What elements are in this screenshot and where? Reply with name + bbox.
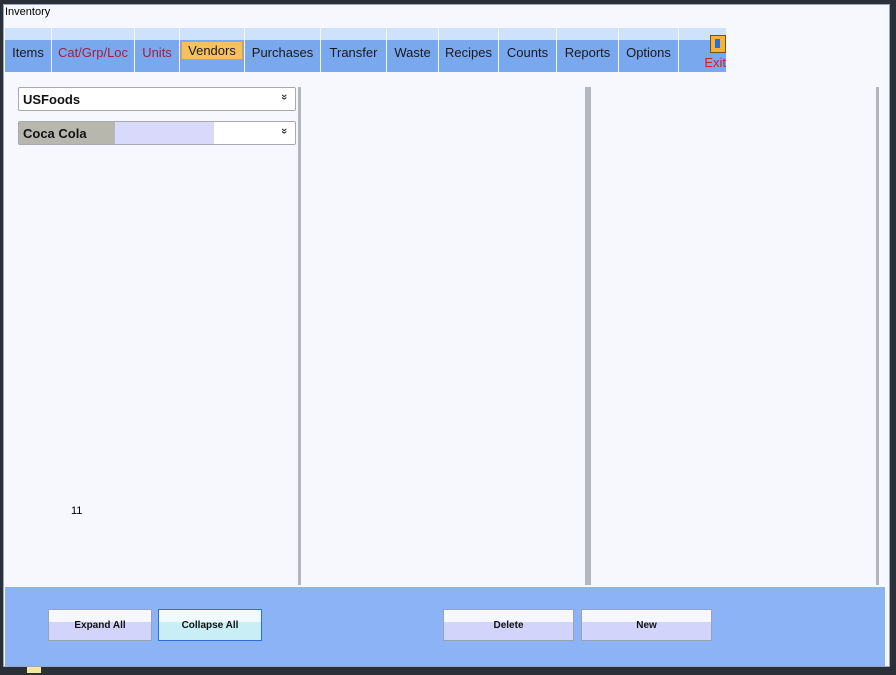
item-select-value: Coca Cola [19,122,115,144]
tab-counts[interactable]: Counts [499,28,557,72]
tab-vendors[interactable]: Vendors [180,28,245,72]
main-tab-bar: Items Cat/Grp/Loc Units Vendors Purchase… [5,28,727,72]
tab-purchases[interactable]: Purchases [245,28,321,72]
chevron-double-down-icon: » [277,127,290,135]
tab-options[interactable]: Options [619,28,679,72]
tab-items[interactable]: Items [5,28,52,72]
tab-counts-label: Counts [506,45,549,60]
tab-units-label: Units [142,45,172,60]
exit-door-icon [710,35,726,53]
item-select[interactable]: Coca Cola » [18,121,296,145]
tab-waste[interactable]: Waste [387,28,439,72]
tab-purchases-label: Purchases [251,45,314,60]
middle-panel [301,87,588,585]
tab-transfer[interactable]: Transfer [321,28,387,72]
chevron-double-down-icon: » [277,93,290,101]
new-button[interactable]: New [581,609,712,641]
tab-items-label: Items [12,45,44,60]
tab-exit[interactable]: Exit [679,28,727,72]
vendor-select[interactable]: USFoods » [18,87,296,111]
tab-recipes-label: Recipes [445,45,492,60]
right-panel-border [876,87,879,585]
tab-vendors-label: Vendors [181,41,243,60]
status-indicator [27,667,41,673]
delete-button[interactable]: Delete [443,609,574,641]
vendor-select-value: USFoods [23,91,81,107]
right-panel [588,87,591,585]
tab-transfer-label: Transfer [329,45,378,60]
tab-recipes[interactable]: Recipes [439,28,499,72]
item-select-progress [115,122,214,144]
window-title: Inventory [5,6,51,18]
item-count: 11 [71,505,83,517]
tab-reports[interactable]: Reports [557,28,619,72]
tab-units[interactable]: Units [135,28,180,72]
tab-options-label: Options [626,45,671,60]
tab-reports-label: Reports [564,45,611,60]
tab-cat-grp-loc-label: Cat/Grp/Loc [57,45,129,60]
tab-cat-grp-loc[interactable]: Cat/Grp/Loc [52,28,135,72]
collapse-all-button[interactable]: Collapse All [158,609,262,641]
tab-waste-label: Waste [394,45,431,60]
expand-all-button[interactable]: Expand All [48,609,152,641]
tab-exit-label: Exit [704,55,726,70]
left-panel [5,87,301,585]
